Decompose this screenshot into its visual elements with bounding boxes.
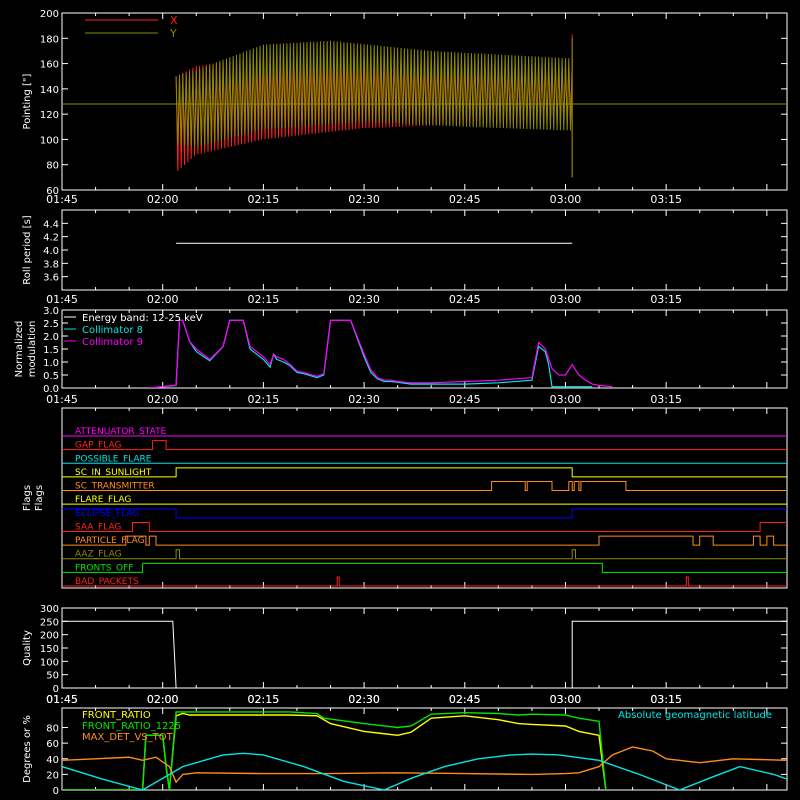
x-tick-label: 02:45 <box>449 193 481 206</box>
x-tick-label: 02:30 <box>348 693 380 706</box>
flag-label: ECLIPSE_FLAG <box>75 509 139 519</box>
flag-label: SC_IN_SUNLIGHT <box>75 468 152 478</box>
y-axis-label: Pointing ["] <box>22 73 33 129</box>
rhessi-quicklook-chart: 01:45 02:00 02:15 02:30 02:45 03:00 03:15 60 80 1… <box>0 0 800 800</box>
x-tick-label: 02:00 <box>147 693 179 706</box>
y-tick-label: 250 <box>40 617 59 628</box>
legend-label: MAX_DET_VS_TOT <box>82 732 174 743</box>
x-tick-label: 03:15 <box>650 193 682 206</box>
y-tick-label: 160 <box>40 60 59 71</box>
flag-label: PARTICLE_FLAG <box>75 536 145 546</box>
y-tick-label: 0 <box>53 786 59 797</box>
flag-label: FRONTS_OFF <box>75 563 133 573</box>
x-tick-label: 02:45 <box>449 693 481 706</box>
x-tick-label: 02:30 <box>348 193 380 206</box>
y-axis-label: Quality <box>22 630 33 666</box>
y-axis-label: modulation <box>27 321 38 378</box>
y-axis-label: Degrees or % <box>22 715 33 783</box>
y-tick-label: 80 <box>46 161 59 172</box>
x-tick-label: 02:15 <box>248 393 280 406</box>
x-tick-label: 01:45 <box>46 293 78 306</box>
y-tick-label: 60 <box>46 739 59 750</box>
y-tick-label: 60 <box>46 186 59 197</box>
y-tick-label: 40 <box>46 755 59 766</box>
flag-label: GAP_FLAG <box>75 441 121 451</box>
flag-label: FLARE_FLAG <box>75 495 131 505</box>
flag-label: ATTENUATOR_STATE <box>75 427 167 437</box>
y-axis-label: Normalized <box>14 321 25 378</box>
y-tick-label: 0.5 <box>43 371 59 382</box>
y-tick-label: 300 <box>40 604 59 615</box>
y-axis-label: Flags <box>22 485 33 511</box>
y-tick-label: 20 <box>46 770 59 781</box>
y-tick-label: 200 <box>40 631 59 642</box>
legend-label: Collimator 9 <box>82 337 143 348</box>
legend-label: Y <box>169 27 177 40</box>
y-tick-label: 3.8 <box>43 259 59 270</box>
y-tick-label: 1.0 <box>43 358 59 369</box>
y-tick-label: 180 <box>40 34 59 45</box>
x-tick-label: 02:00 <box>147 393 179 406</box>
flag-label: AAZ_FLAG <box>75 550 122 560</box>
y-tick-label: 120 <box>40 110 59 121</box>
y-tick-label: 50 <box>46 671 59 682</box>
legend-title: Energy band: 12-25 keV <box>82 313 203 324</box>
x-tick-label: 03:15 <box>650 393 682 406</box>
x-tick-label: 02:00 <box>147 193 179 206</box>
legend-label: Collimator 8 <box>82 325 143 336</box>
y-tick-label: 0.0 <box>43 384 59 395</box>
flag-label: POSSIBLE_FLARE <box>75 454 152 464</box>
y-tick-label: 100 <box>40 135 59 146</box>
y-tick-label: 80 <box>46 724 59 735</box>
x-tick-label: 02:30 <box>348 393 380 406</box>
y-tick-label: 4.2 <box>43 233 59 244</box>
x-tick-label: 02:15 <box>248 693 280 706</box>
y-tick-label: 4.4 <box>43 219 59 230</box>
flag-label: BAD_PACKETS <box>75 577 139 587</box>
y-tick-label: 200 <box>40 9 59 20</box>
y-tick-label: 100 <box>40 657 59 668</box>
legend-label: FRONT_RATIO <box>82 710 151 721</box>
x-tick-label: 02:15 <box>248 193 280 206</box>
y-tick-label: 1.5 <box>43 345 59 356</box>
y-tick-label: 2.5 <box>43 319 59 330</box>
flag-label: SC_TRANSMITTER <box>75 482 155 492</box>
y-tick-label: 150 <box>40 644 59 655</box>
y-tick-label: 140 <box>40 85 59 96</box>
x-tick-label: 03:00 <box>550 693 582 706</box>
x-tick-label: 02:15 <box>248 293 280 306</box>
x-tick-label: 02:00 <box>147 293 179 306</box>
x-tick-label: 03:00 <box>550 293 582 306</box>
y-axis-label: Flags <box>34 485 45 511</box>
x-tick-label: 03:00 <box>550 393 582 406</box>
x-tick-label: 02:45 <box>449 293 481 306</box>
x-tick-label: 03:15 <box>650 293 682 306</box>
x-tick-label: 02:45 <box>449 393 481 406</box>
legend-label: FRONT_RATIO_1225 <box>82 721 181 732</box>
x-tick-label: 03:15 <box>650 693 682 706</box>
legend-label: Absolute geomagnetic latitude <box>618 710 772 721</box>
y-axis-label: Roll period [s] <box>22 215 33 284</box>
y-tick-label: 3.6 <box>43 273 59 284</box>
y-tick-label: 2.0 <box>43 332 59 343</box>
y-tick-label: 3.0 <box>43 306 59 317</box>
y-tick-label: 4.0 <box>43 246 59 257</box>
x-tick-label: 03:00 <box>550 193 582 206</box>
x-tick-label: 02:30 <box>348 293 380 306</box>
legend-label: X <box>170 14 178 27</box>
flag-label: SAA_FLAG <box>75 522 121 532</box>
x-tick-label: 01:45 <box>46 693 78 706</box>
